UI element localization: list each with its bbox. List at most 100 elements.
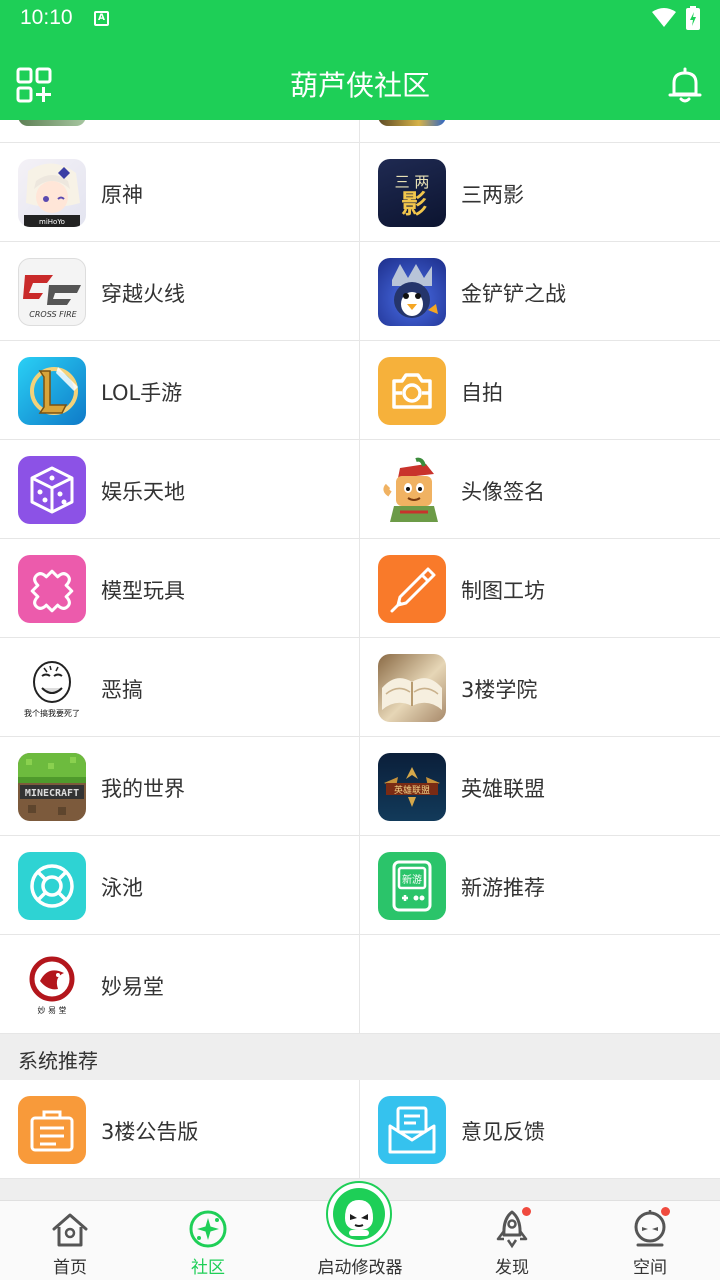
- tab-label: 启动修改器: [317, 1258, 403, 1278]
- category-row: 泳池 新游 新游推荐: [0, 836, 720, 935]
- tab-label: 发现: [495, 1258, 529, 1278]
- category-label: 穿越火线: [101, 282, 185, 306]
- discover-badge: [522, 1207, 531, 1216]
- bottom-tab-bar: 首页 社区 启动修改器 发现 空间: [0, 1181, 720, 1280]
- category-spoof[interactable]: 我个搞我要死了 恶搞: [0, 638, 359, 736]
- status-time: 10:10: [20, 6, 73, 29]
- category-feedback[interactable]: 意见反馈: [360, 1080, 719, 1178]
- category-row: LOL手游 自拍: [0, 341, 720, 440]
- notification-a-icon: A: [94, 11, 109, 26]
- system-row: 3楼公告版 意见反馈: [0, 1080, 720, 1179]
- modifier-icon: [345, 1200, 373, 1236]
- category-row: 模型玩具 制图工坊: [0, 539, 720, 638]
- category-label: 原神: [101, 183, 143, 207]
- category-label: 我的世界: [101, 777, 185, 801]
- genshin-icon: miHoYo: [18, 159, 86, 227]
- category-3f-academy[interactable]: 3楼学院: [360, 638, 719, 736]
- category-genshin[interactable]: miHoYo 原神: [0, 143, 359, 241]
- category-model-toys[interactable]: 模型玩具: [0, 539, 359, 637]
- category-label: 模型玩具: [101, 579, 185, 603]
- section-title: 系统推荐: [18, 1049, 98, 1073]
- tab-space[interactable]: 空间: [580, 1201, 720, 1280]
- game-thumbnail-icon[interactable]: [18, 120, 86, 126]
- app-bar: 葫芦侠社区: [0, 38, 720, 120]
- category-jinchanchan[interactable]: 金铲铲之战: [360, 242, 719, 340]
- tab-discover[interactable]: 发现: [442, 1201, 582, 1280]
- category-minecraft[interactable]: MINECRAFT 我的世界: [0, 737, 359, 835]
- category-label: 恶搞: [101, 678, 143, 702]
- partial-row: [0, 120, 720, 143]
- category-label: 金铲铲之战: [461, 282, 566, 306]
- tab-launch-modifier[interactable]: 启动修改器: [290, 1181, 430, 1280]
- category-avatar-signature[interactable]: 头像签名: [360, 440, 719, 538]
- lol-icon: 英雄联盟: [378, 753, 446, 821]
- meme-face-icon: 我个搞我要死了: [18, 654, 86, 722]
- svg-text:妙 易 堂: 妙 易 堂: [37, 1005, 66, 1015]
- space-badge: [661, 1207, 670, 1216]
- miaoyitang-icon: 妙 易 堂: [18, 951, 86, 1019]
- category-label: 头像签名: [461, 480, 545, 504]
- category-new-games[interactable]: 新游 新游推荐: [360, 836, 719, 934]
- modifier-button[interactable]: [326, 1181, 392, 1247]
- category-label: 新游推荐: [461, 876, 545, 900]
- bell-icon[interactable]: [666, 66, 704, 104]
- svg-text:我个搞我要死了: 我个搞我要死了: [24, 708, 80, 718]
- category-miaoyitang[interactable]: 妙 易 堂 妙易堂: [0, 935, 359, 1033]
- category-selfie[interactable]: 自拍: [360, 341, 719, 439]
- announcement-icon: [18, 1096, 86, 1164]
- category-sanliangying[interactable]: 三 两 影 三两影: [360, 143, 719, 241]
- category-label: 制图工坊: [461, 579, 545, 603]
- svg-text:三 两: 三 两: [395, 173, 430, 191]
- battery-icon: [686, 6, 700, 30]
- community-icon: [189, 1210, 227, 1248]
- category-lol-mobile[interactable]: LOL手游: [0, 341, 359, 439]
- camera-icon: [378, 357, 446, 425]
- category-list: miHoYo 原神 三 两 影 三两影 CROSS FIRE 穿越火线 金铲铲之…: [0, 120, 720, 1200]
- tab-home[interactable]: 首页: [0, 1201, 140, 1280]
- category-row: CROSS FIRE 穿越火线 金铲铲之战: [0, 242, 720, 341]
- avatar-cartoon-icon: [378, 456, 446, 524]
- new-game-icon: 新游: [378, 852, 446, 920]
- category-label: 娱乐天地: [101, 480, 185, 504]
- wifi-icon: [652, 8, 676, 27]
- svg-text:影: 影: [401, 190, 427, 220]
- category-label: 自拍: [461, 381, 503, 405]
- category-row: MINECRAFT 我的世界 英雄联盟 英雄联盟: [0, 737, 720, 836]
- home-icon: [52, 1213, 88, 1247]
- category-label: 三两影: [461, 183, 524, 207]
- svg-text:miHoYo: miHoYo: [39, 218, 65, 226]
- game-thumbnail-icon[interactable]: [378, 120, 446, 126]
- category-label: LOL手游: [101, 381, 183, 405]
- pen-icon: [378, 555, 446, 623]
- tab-label: 首页: [53, 1258, 87, 1278]
- status-bar: 10:10 A: [0, 0, 720, 38]
- column-divider: [359, 120, 360, 143]
- crossfire-icon: CROSS FIRE: [18, 258, 86, 326]
- lol-mobile-icon: [18, 357, 86, 425]
- feedback-icon: [378, 1096, 446, 1164]
- category-row: 妙 易 堂 妙易堂: [0, 935, 720, 1034]
- category-entertainment[interactable]: 娱乐天地: [0, 440, 359, 538]
- category-drawing-workshop[interactable]: 制图工坊: [360, 539, 719, 637]
- tab-community[interactable]: 社区: [138, 1201, 278, 1280]
- category-row: 我个搞我要死了 恶搞 3楼学院: [0, 638, 720, 737]
- category-label: 3楼学院: [461, 678, 538, 702]
- book-icon: [378, 654, 446, 722]
- category-label: 英雄联盟: [461, 777, 545, 801]
- tab-label: 社区: [191, 1258, 225, 1278]
- category-announcement-board[interactable]: 3楼公告版: [0, 1080, 359, 1178]
- category-crossfire[interactable]: CROSS FIRE 穿越火线: [0, 242, 359, 340]
- category-league-of-legends[interactable]: 英雄联盟 英雄联盟: [360, 737, 719, 835]
- category-label: 妙易堂: [101, 975, 164, 999]
- category-row: miHoYo 原神 三 两 影 三两影: [0, 143, 720, 242]
- svg-text:MINECRAFT: MINECRAFT: [25, 788, 79, 799]
- category-label: 泳池: [101, 876, 143, 900]
- dice-icon: [18, 456, 86, 524]
- category-pool[interactable]: 泳池: [0, 836, 359, 934]
- minecraft-icon: MINECRAFT: [18, 753, 86, 821]
- svg-text:新游: 新游: [402, 873, 422, 886]
- lifebuoy-icon: [18, 852, 86, 920]
- tab-label: 空间: [633, 1258, 667, 1278]
- column-divider: [359, 935, 360, 1034]
- page-title: 葫芦侠社区: [289, 69, 430, 102]
